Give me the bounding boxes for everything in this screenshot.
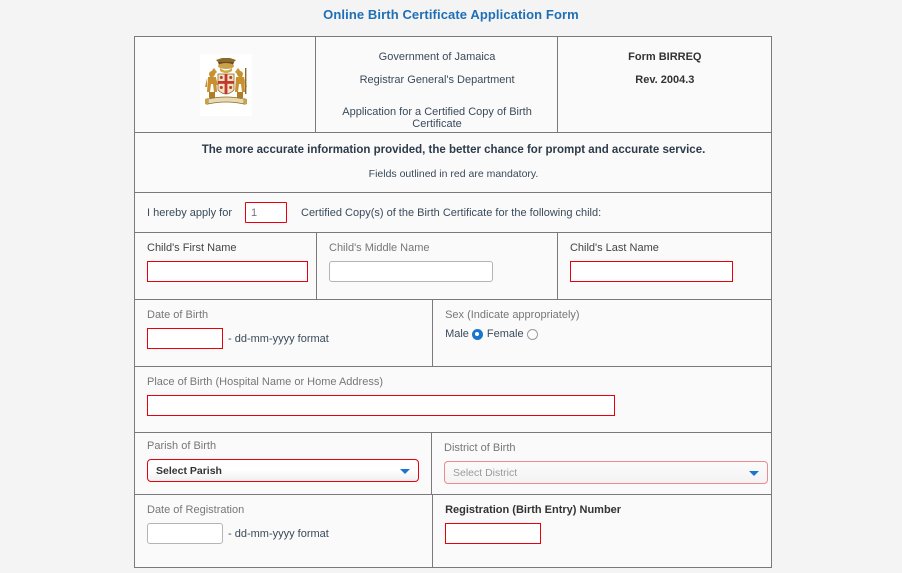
notice-secondary: Fields outlined in red are mandatory. — [368, 168, 539, 180]
jamaica-coat-of-arms-icon — [199, 53, 252, 116]
district-of-birth-cell: District of Birth Select District — [431, 433, 771, 494]
child-middle-name-input[interactable] — [329, 261, 493, 282]
form-header-row: Government of Jamaica Registrar General'… — [135, 37, 771, 133]
copies-quantity-input[interactable] — [245, 202, 287, 223]
child-first-name-cell: Child's First Name — [135, 233, 316, 299]
date-of-birth-label: Date of Birth — [147, 309, 209, 321]
form-code: Form BIRREQ — [628, 51, 702, 63]
apply-prefix-label: I hereby apply for — [147, 206, 232, 219]
registration-number-label: Registration (Birth Entry) Number — [445, 504, 622, 516]
child-last-name-cell: Child's Last Name — [556, 233, 771, 299]
parish-of-birth-select[interactable]: Select Parish — [147, 459, 419, 482]
sex-label: Sex (Indicate appropriately) — [445, 309, 580, 321]
sex-male-label: Male — [445, 328, 469, 340]
page-title: Online Birth Certificate Application For… — [323, 7, 579, 22]
date-of-registration-label: Date of Registration — [147, 504, 245, 516]
district-selected-value: Select District — [453, 466, 518, 479]
birth-certificate-form: Government of Jamaica Registrar General'… — [134, 36, 772, 568]
emblem-cell — [135, 37, 315, 132]
place-of-birth-cell: Place of Birth (Hospital Name or Home Ad… — [135, 367, 771, 432]
district-of-birth-label: District of Birth — [444, 442, 516, 454]
child-first-name-label: Child's First Name — [147, 242, 237, 254]
child-name-row: Child's First Name Child's Middle Name C… — [135, 233, 771, 300]
child-last-name-input[interactable] — [569, 261, 733, 282]
registration-row: Date of Registration - dd-mm-yyyy format… — [135, 495, 771, 568]
org-line-1: Government of Jamaica — [378, 51, 496, 63]
notice-cell: The more accurate information provided, … — [135, 133, 771, 192]
sex-female-label: Female — [486, 328, 524, 340]
chevron-down-icon — [400, 468, 410, 474]
child-first-name-input[interactable] — [147, 261, 308, 282]
notice-row: The more accurate information provided, … — [135, 133, 771, 193]
parish-of-birth-label: Parish of Birth — [147, 440, 217, 452]
parish-selected-value: Select Parish — [156, 464, 222, 477]
notice-primary: The more accurate information provided, … — [201, 144, 706, 156]
date-of-birth-cell: Date of Birth - dd-mm-yyyy format — [135, 300, 432, 366]
form-revision: Rev. 2004.3 — [635, 74, 695, 86]
sex-cell: Sex (Indicate appropriately) Male Female — [432, 300, 771, 366]
child-last-name-label: Child's Last Name — [569, 242, 659, 254]
district-of-birth-select[interactable]: Select District — [444, 461, 768, 484]
sex-male-radio[interactable] — [471, 328, 483, 340]
sex-female-radio[interactable] — [526, 328, 538, 340]
date-of-birth-input[interactable] — [147, 328, 223, 349]
child-middle-name-cell: Child's Middle Name — [316, 233, 557, 299]
date-of-birth-format-hint: - dd-mm-yyyy format — [228, 332, 329, 345]
place-of-birth-row: Place of Birth (Hospital Name or Home Ad… — [135, 367, 771, 433]
form-code-cell: Form BIRREQ Rev. 2004.3 — [556, 37, 771, 132]
location-row: Parish of Birth Select Parish District o… — [135, 433, 771, 495]
date-of-registration-format-hint: - dd-mm-yyyy format — [228, 527, 329, 540]
child-middle-name-label: Child's Middle Name — [329, 242, 430, 254]
apply-cell: I hereby apply for Certified Copy(s) of … — [135, 193, 771, 232]
birth-details-row: Date of Birth - dd-mm-yyyy format Sex (I… — [135, 300, 771, 367]
date-of-registration-input[interactable] — [147, 523, 223, 544]
parish-of-birth-cell: Parish of Birth Select Parish — [135, 433, 431, 494]
organisation-cell: Government of Jamaica Registrar General'… — [315, 37, 556, 132]
org-line-2: Registrar General's Department — [359, 74, 515, 86]
date-of-registration-cell: Date of Registration - dd-mm-yyyy format — [135, 495, 432, 567]
place-of-birth-input[interactable] — [147, 395, 615, 416]
apply-suffix-label: Certified Copy(s) of the Birth Certifica… — [301, 206, 602, 219]
apply-row: I hereby apply for Certified Copy(s) of … — [135, 193, 771, 233]
registration-number-cell: Registration (Birth Entry) Number — [432, 495, 771, 567]
registration-number-input[interactable] — [445, 523, 542, 544]
chevron-down-icon — [749, 470, 759, 476]
application-line: Application for a Certified Copy of Birt… — [342, 106, 532, 130]
place-of-birth-label: Place of Birth (Hospital Name or Home Ad… — [147, 376, 383, 388]
